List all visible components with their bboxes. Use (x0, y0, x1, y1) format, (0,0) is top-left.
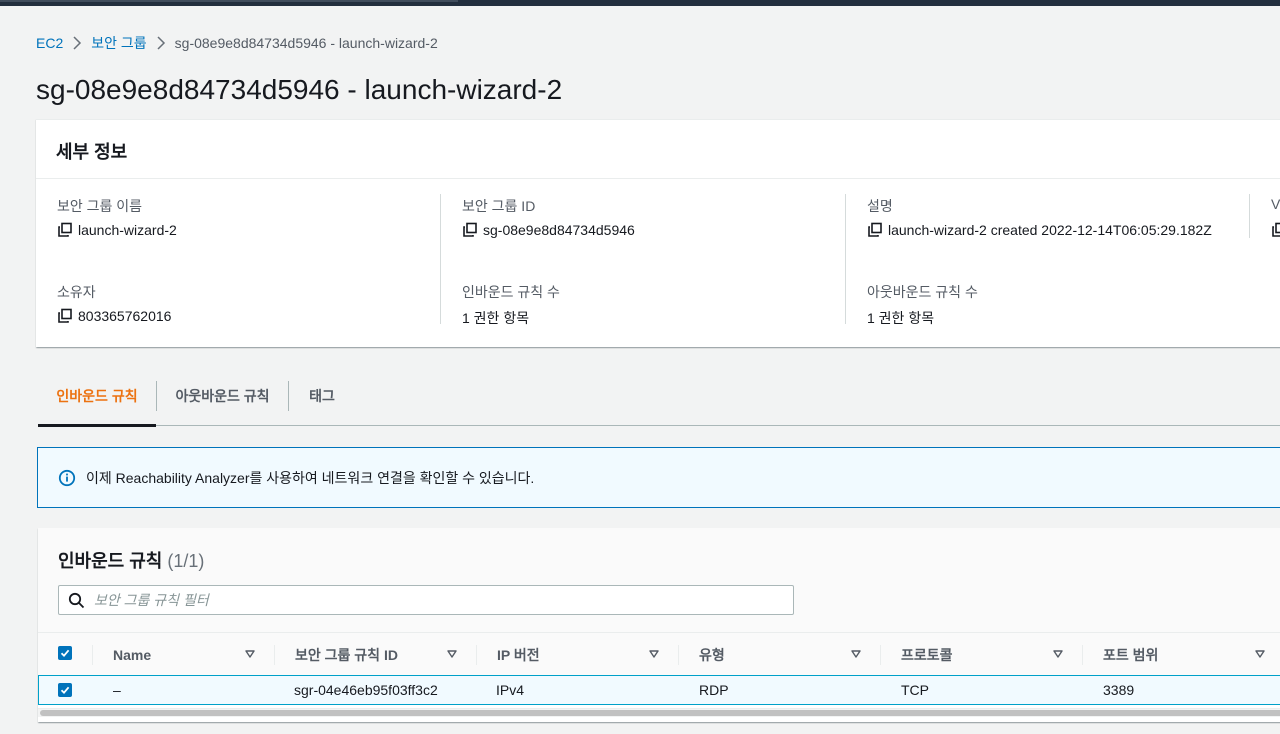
column-label: Name (113, 647, 152, 663)
field-label: 보안 그룹 이름 (57, 198, 143, 214)
table-header-row: Name 보안 그룹 규칙 ID IP 버전 유형 프로토콜 포트 범위 (38, 632, 1280, 676)
column-header-rule-id[interactable]: 보안 그룹 규칙 ID (295, 633, 460, 677)
column-header-port-range[interactable]: 포트 범위 (1103, 633, 1273, 677)
column-label: 포트 범위 (1103, 647, 1159, 663)
breadcrumb-ec2-link[interactable]: EC2 (36, 35, 63, 51)
cell-protocol: TCP (901, 682, 929, 698)
table-title: 인바운드 규칙 (1/1) (58, 547, 204, 573)
field-value: 1 권한 항목 (867, 310, 935, 326)
info-alert: 이제 Reachability Analyzer를 사용하여 네트워크 연결을 … (37, 447, 1280, 508)
scrollbar-thumb[interactable] (40, 710, 1280, 716)
check-icon (60, 649, 70, 658)
details-panel: 세부 정보 보안 그룹 이름 launch-wizard-2 보안 그룹 ID … (36, 119, 1280, 347)
check-icon (60, 686, 70, 695)
info-text: 이제 Reachability Analyzer를 사용하여 네트워크 연결을 … (86, 469, 535, 486)
tab-outbound-rules[interactable]: 아웃바운드 규칙 (157, 366, 288, 426)
column-divider (880, 645, 881, 665)
sort-icon[interactable] (648, 648, 660, 660)
sort-icon[interactable] (244, 648, 256, 660)
field-description: 설명 launch-wizard-2 created 2022-12-14T06… (867, 196, 1257, 238)
search-icon (68, 592, 85, 608)
details-title: 세부 정보 (56, 142, 128, 162)
column-divider (92, 645, 93, 665)
copy-icon[interactable] (57, 222, 73, 238)
select-all-checkbox[interactable] (58, 646, 72, 660)
horizontal-scrollbar[interactable] (38, 708, 1280, 717)
column-header-name[interactable]: Name (113, 633, 258, 677)
field-owner: 소유자 803365762016 (57, 282, 447, 324)
field-label: 설명 (867, 198, 893, 214)
table-title-text: 인바운드 규칙 (58, 551, 163, 571)
sort-icon[interactable] (446, 648, 458, 660)
sort-icon[interactable] (1254, 648, 1266, 660)
field-vpc-id: V (1271, 196, 1280, 238)
copy-icon[interactable] (867, 222, 883, 238)
search-box (58, 585, 794, 615)
field-label: 보안 그룹 ID (462, 198, 536, 214)
breadcrumb-security-groups-link[interactable]: 보안 그룹 (91, 33, 146, 53)
cell-port-range: 3389 (1103, 682, 1135, 698)
field-value: 803365762016 (78, 308, 172, 324)
tab-tags[interactable]: 태그 (289, 366, 355, 426)
column-label: IP 버전 (497, 647, 540, 663)
field-value: sg-08e9e8d84734d5946 (483, 222, 635, 238)
sort-icon[interactable] (1052, 648, 1064, 660)
chevron-right-icon (63, 36, 91, 50)
field-outbound-rule-count: 아웃바운드 규칙 수 1 권한 항목 (867, 282, 1257, 328)
field-security-group-id: 보안 그룹 ID sg-08e9e8d84734d5946 (462, 196, 852, 238)
field-value: launch-wizard-2 (78, 222, 177, 238)
cell-name: – (113, 682, 121, 698)
page-title: sg-08e9e8d84734d5946 - launch-wizard-2 (36, 74, 563, 105)
breadcrumb: EC2 보안 그룹 sg-08e9e8d84734d5946 - launch-… (36, 33, 438, 53)
field-value: 1 권한 항목 (462, 310, 530, 326)
cell-type: RDP (699, 682, 729, 698)
column-label: 프로토콜 (901, 647, 953, 663)
table-header-area: 인바운드 규칙 (1/1) (38, 528, 1280, 632)
field-label: V (1271, 196, 1280, 212)
cell-rule-id[interactable]: sgr-04e46eb95f03ff3c2 (294, 676, 438, 704)
field-label: 아웃바운드 규칙 수 (867, 284, 978, 300)
field-security-group-name: 보안 그룹 이름 launch-wizard-2 (57, 196, 447, 238)
chevron-right-icon (147, 36, 175, 50)
field-label: 소유자 (57, 284, 96, 300)
details-header: 세부 정보 (36, 120, 1280, 179)
column-divider (678, 645, 679, 665)
field-inbound-rule-count: 인바운드 규칙 수 1 권한 항목 (462, 282, 852, 328)
cell-ip-version: IPv4 (496, 682, 525, 698)
table-count: (1/1) (167, 551, 205, 571)
inbound-rules-table: 인바운드 규칙 (1/1) Name 보안 그룹 규칙 ID IP 버전 (38, 528, 1280, 722)
copy-icon[interactable] (462, 222, 478, 238)
sort-icon[interactable] (850, 648, 862, 660)
table-row[interactable]: – sgr-04e46eb95f03ff3c2 IPv4 RDP TCP 338… (38, 675, 1280, 705)
column-divider (476, 645, 477, 665)
copy-icon[interactable] (57, 308, 73, 324)
row-checkbox[interactable] (58, 683, 72, 697)
column-divider (1082, 645, 1083, 665)
column-label: 보안 그룹 규칙 ID (295, 647, 398, 663)
info-icon (58, 469, 76, 486)
top-navigation-bar (0, 0, 1280, 6)
field-value: launch-wizard-2 created 2022-12-14T06:05… (888, 222, 1212, 238)
column-header-ip-version[interactable]: IP 버전 (497, 633, 662, 677)
tab-bar: 인바운드 규칙 아웃바운드 규칙 태그 (38, 366, 1280, 427)
column-divider (274, 645, 275, 665)
column-header-protocol[interactable]: 프로토콜 (901, 633, 1066, 677)
copy-icon[interactable] (1271, 222, 1280, 238)
column-label: 유형 (699, 647, 725, 663)
field-label: 인바운드 규칙 수 (462, 284, 560, 300)
column-header-type[interactable]: 유형 (699, 633, 864, 677)
breadcrumb-current: sg-08e9e8d84734d5946 - launch-wizard-2 (174, 35, 438, 51)
tab-inbound-rules[interactable]: 인바운드 규칙 (38, 366, 156, 427)
search-input[interactable] (94, 592, 774, 608)
